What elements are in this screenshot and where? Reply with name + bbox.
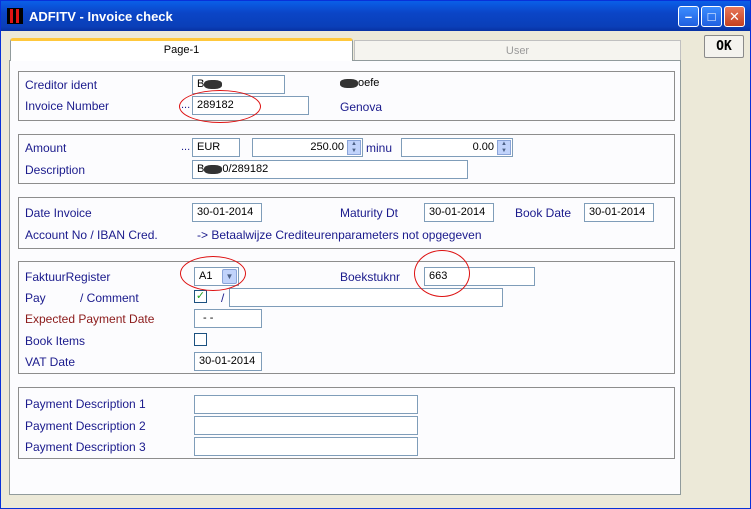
faktuur-register-label: FaktuurRegister [25, 270, 111, 284]
amount-value: 250.00 [310, 141, 344, 153]
payment-description-group: Payment Description 1 Payment Descriptio… [18, 387, 675, 459]
account-warning-message: -> Betaalwijze Crediteurenparameters not… [197, 228, 482, 242]
payment-description-1-input[interactable] [194, 395, 418, 414]
creditor-ident-input[interactable]: B [192, 75, 285, 94]
description-label: Description [25, 163, 86, 177]
minus-amount-spinner[interactable]: ▲ ▼ [497, 140, 511, 155]
redaction-mark [340, 78, 358, 88]
maximize-button[interactable]: □ [701, 6, 722, 27]
pay-slash: / [221, 291, 225, 305]
pay-checkbox[interactable]: ✓ [194, 290, 207, 303]
comment-label: / Comment [80, 291, 139, 305]
book-items-label: Book Items [25, 334, 86, 348]
payment-description-3-input[interactable] [194, 437, 418, 456]
boekstuknr-input[interactable]: 663 [424, 267, 535, 286]
tab-user[interactable]: User [354, 40, 681, 61]
creditor-ident-value: B [197, 78, 205, 90]
dates-group: Date Invoice 30-01-2014 Maturity Dt 30-0… [18, 197, 675, 249]
register-group: FaktuurRegister A1 ▼ Boekstuknr 663 Pay … [18, 261, 675, 374]
payment-description-1-label: Payment Description 1 [25, 397, 146, 411]
minus-amount-value: 0.00 [472, 141, 494, 153]
tab-page-1[interactable]: Page-1 [10, 38, 353, 61]
creditor-city: Genova [340, 100, 383, 114]
vat-date-input[interactable]: 30-01-2014 [194, 352, 262, 371]
description-input[interactable]: B 0/289182 [192, 160, 468, 179]
faktuur-register-select[interactable]: A1 ▼ [194, 267, 239, 286]
creditor-group: Creditor ident B oefe Invoice Number ...… [18, 71, 675, 121]
amount-label: Amount [25, 141, 67, 155]
vat-date-label: VAT Date [25, 355, 76, 369]
book-date-label: Book Date [515, 206, 572, 220]
date-invoice-label: Date Invoice [25, 206, 92, 220]
book-date-input[interactable]: 30-01-2014 [584, 203, 654, 222]
ok-button[interactable]: OK [704, 35, 744, 58]
maturity-date-input[interactable]: 30-01-2014 [424, 203, 494, 222]
comment-input[interactable] [229, 288, 503, 307]
minimize-button[interactable]: – [678, 6, 699, 27]
amount-group: Amount ... EUR 250.00 ▲ ▼ minu 0.00 ▲ ▼ De… [18, 134, 675, 184]
payment-description-2-label: Payment Description 2 [25, 419, 146, 433]
invoice-number-input[interactable]: 289182 [192, 96, 309, 115]
close-button[interactable]: ✕ [724, 6, 745, 27]
redaction-mark [204, 79, 223, 89]
account-iban-label: Account No / IBAN Cred. [25, 228, 158, 242]
faktuur-register-value: A1 [199, 270, 213, 282]
amount-spinner[interactable]: ▲ ▼ [347, 140, 361, 155]
minus-label: minu [366, 141, 393, 155]
book-items-checkbox[interactable] [194, 333, 207, 346]
currency-lookup-dots[interactable]: ... [181, 141, 190, 153]
title-bar[interactable]: ADFITV - Invoice check – □ ✕ [1, 1, 750, 31]
description-suffix: 0/289182 [222, 163, 269, 175]
date-invoice-input[interactable]: 30-01-2014 [192, 203, 262, 222]
app-icon [7, 8, 23, 24]
minus-amount-input[interactable]: 0.00 ▲ ▼ [401, 138, 513, 157]
currency-input[interactable]: EUR [192, 138, 240, 157]
expected-payment-date-input[interactable]: - - [194, 309, 262, 328]
creditor-ident-label: Creditor ident [25, 78, 98, 92]
window-title: ADFITV - Invoice check [29, 9, 173, 24]
payment-description-3-label: Payment Description 3 [25, 440, 146, 454]
chevron-down-icon[interactable]: ▼ [222, 269, 237, 284]
maturity-date-label: Maturity Dt [340, 206, 399, 220]
description-prefix: B [197, 163, 205, 175]
redaction-mark [204, 164, 223, 174]
invoice-number-lookup-dots[interactable]: ... [181, 99, 190, 111]
payment-description-2-input[interactable] [194, 416, 418, 435]
boekstuknr-label: Boekstuknr [340, 270, 401, 284]
pay-label: Pay [25, 291, 46, 305]
invoice-check-window: ADFITV - Invoice check – □ ✕ OK Page-1 U… [0, 0, 751, 509]
amount-input[interactable]: 250.00 ▲ ▼ [252, 138, 363, 157]
invoice-number-label: Invoice Number [25, 99, 110, 113]
creditor-name-suffix: oefe [358, 77, 380, 89]
creditor-name: oefe [340, 77, 379, 89]
expected-payment-date-label: Expected Payment Date [25, 312, 155, 326]
